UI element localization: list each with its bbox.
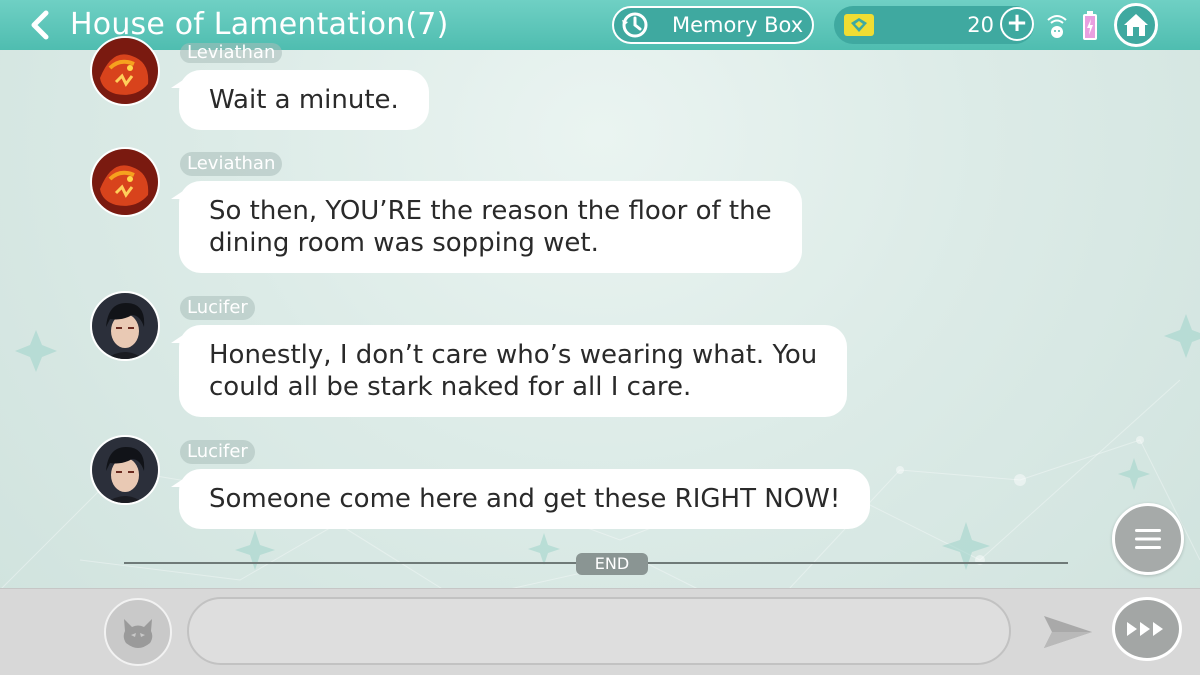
sender-name: Leviathan [180,43,283,63]
chevron-left-icon [31,10,49,40]
message-text-line: Honestly, I don’t care who’s wearing wha… [209,340,818,370]
add-currency-button[interactable]: + [1000,7,1034,41]
home-button[interactable] [1114,3,1158,47]
memory-box-label: Memory Box [672,13,804,37]
back-button[interactable] [22,6,58,44]
lucifer-avatar[interactable] [90,291,160,361]
home-icon [1124,14,1148,36]
lucifer-avatar[interactable] [90,435,160,505]
message-text-line: dining room was sopping wet. [209,228,599,258]
gem-icon [844,14,874,36]
battery-icon [1082,11,1098,45]
currency-display: 20 + [834,6,1034,44]
message-bubble: Someone come here and get these RIGHT NO… [170,469,871,529]
stamp-button[interactable] [104,598,172,666]
history-clock-icon [618,8,652,42]
message-text-line: could all be stark naked for all I care. [209,372,692,402]
message-bubble: So then, YOU’RE the reason the floor of … [171,181,802,273]
message-input[interactable] [187,597,1011,665]
message-bubble: Honestly, I don’t care who’s wearing wha… [170,325,848,417]
leviathan-avatar[interactable] [90,36,160,106]
message-text-line: So then, YOU’RE the reason the floor of … [209,196,772,226]
end-label: END [576,553,648,575]
devil-face-icon [123,619,153,648]
leviathan-avatar[interactable] [90,147,160,217]
send-button[interactable] [1042,610,1094,654]
currency-count: 20 [967,13,994,37]
message-bubble: Wait a minute. [171,70,429,130]
memory-box-button[interactable]: Memory Box [612,6,814,44]
menu-button[interactable] [1112,503,1184,575]
message-text: Someone come here and get these RIGHT NO… [209,484,841,514]
wifi-icon [1046,12,1068,44]
message-text: Wait a minute. [209,85,399,115]
top-bar: House of Lamentation(7) Memory Box 20 + [0,0,1200,50]
auto-play-button[interactable] [1112,597,1182,661]
hamburger-menu-icon [1135,529,1161,549]
fast-forward-icon [1127,622,1163,636]
sender-name: Lucifer [180,296,255,320]
sender-name: Leviathan [180,152,283,176]
send-icon [1044,616,1092,648]
sender-name: Lucifer [180,440,255,464]
